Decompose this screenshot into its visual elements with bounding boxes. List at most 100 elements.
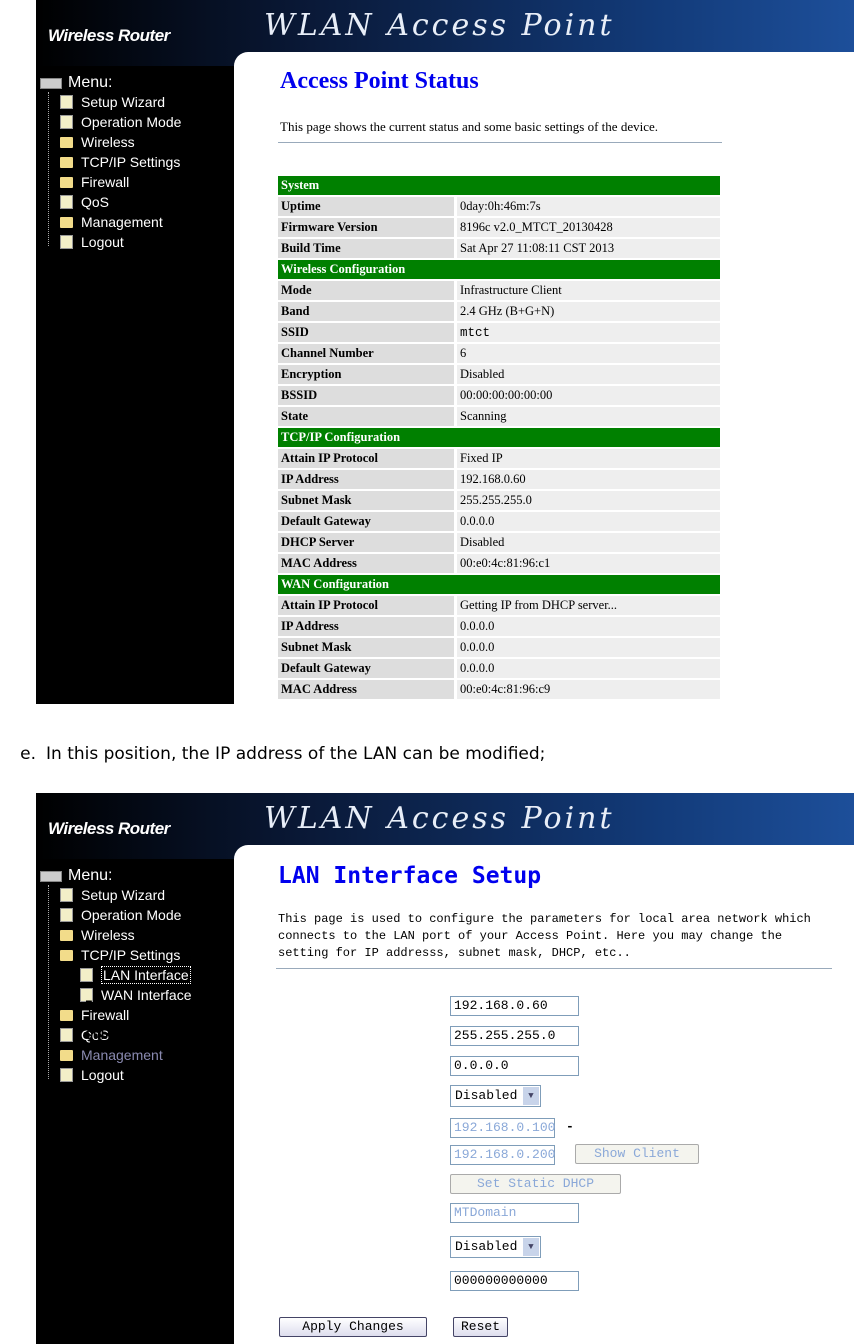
menu-item-qos[interactable]: QoS [40, 192, 181, 212]
row-value: Disabled [454, 533, 720, 552]
row-label: Mode [278, 281, 454, 300]
table-row: Attain IP Protocol Fixed IP [278, 449, 720, 468]
row-label: Encryption [278, 365, 454, 384]
table-row: Default Gateway 0.0.0.0 [278, 512, 720, 531]
row-value: mtct [454, 323, 720, 342]
brand: Wireless Router [48, 26, 170, 45]
menu-item-firewall[interactable]: Firewall [40, 172, 181, 192]
menu-item-operation-mode[interactable]: Operation Mode [40, 112, 181, 132]
row-value: 255.255.255.0 [454, 491, 720, 510]
banner-title: WLAN Access Point [264, 8, 615, 43]
row-label: IP Address [278, 470, 454, 489]
table-row: DHCP Server Disabled [278, 533, 720, 552]
domain-name-input[interactable]: MTDomain [450, 1203, 579, 1223]
section-title: WAN Configuration [278, 575, 720, 594]
page-title: Access Point Status [280, 68, 479, 94]
menu-item-logout[interactable]: Logout [40, 232, 181, 252]
table-row: Uptime 0day:0h:46m:7s [278, 197, 720, 216]
row-value: 0day:0h:46m:7s [454, 197, 720, 216]
row-label: State [278, 407, 454, 426]
folder-icon [60, 136, 73, 148]
range-end-input[interactable]: 192.168.0.200 [450, 1145, 555, 1165]
row-label: Firmware Version [278, 218, 454, 237]
menu-item-management[interactable]: Management [40, 212, 181, 232]
menu-item-wireless[interactable]: Wireless [40, 132, 181, 152]
table-row: MAC Address 00:e0:4c:81:96:c1 [278, 554, 720, 573]
row-label: MAC Address [278, 554, 454, 573]
stp-label: 802.1d Spanning Tree: [85, 1231, 203, 1262]
table-row: Firmware Version 8196c v2.0_MTCT_20130428 [278, 218, 720, 237]
divider [278, 142, 722, 143]
gateway-input[interactable]: 0.0.0.0 [450, 1056, 579, 1076]
row-value: Infrastructure Client [454, 281, 720, 300]
caption: e. In this position, the IP address of th… [0, 744, 545, 764]
menu-item-setup-wizard[interactable]: Setup Wizard [40, 92, 181, 112]
table-row: IP Address 192.168.0.60 [278, 470, 720, 489]
chevron-down-icon: ▼ [523, 1238, 539, 1256]
row-value: 00:e0:4c:81:96:c9 [454, 680, 720, 699]
row-value: 0.0.0.0 [454, 512, 720, 531]
row-value: 0.0.0.0 [454, 617, 720, 636]
clone-mac-input[interactable]: 000000000000 [450, 1271, 579, 1291]
document-icon [60, 115, 73, 129]
apply-changes-button[interactable]: Apply Changes [279, 1317, 427, 1337]
row-label: Subnet Mask [278, 638, 454, 657]
status-table: System Uptime 0day:0h:46m:7s Firmware Versi… [278, 174, 720, 701]
folder-icon [60, 156, 73, 168]
row-value: 2.4 GHz (B+G+N) [454, 302, 720, 321]
document-icon [60, 195, 73, 209]
menu-item-label: Operation Mode [81, 114, 182, 130]
caption-text: In this position, the IP address of the … [46, 744, 546, 764]
content-panel: Access Point Status This page shows the … [234, 52, 854, 704]
table-row: Encryption Disabled [278, 365, 720, 384]
table-row: MAC Address 00:e0:4c:81:96:c9 [278, 680, 720, 699]
lan-form: IP Address: 192.168.0.60 Subnet Mask: 25… [36, 793, 854, 1344]
row-label: Band [278, 302, 454, 321]
section-title: System [278, 176, 720, 195]
lan-screenshot: Wireless Router WLAN Access Point Menu: … [36, 793, 854, 1344]
row-value: 8196c v2.0_MTCT_20130428 [454, 218, 720, 237]
row-label: MAC Address [278, 680, 454, 699]
range-start-input[interactable]: 192.168.0.100 [450, 1118, 555, 1138]
menu-item-label: Management [81, 214, 163, 230]
table-row: State Scanning [278, 407, 720, 426]
row-value: 192.168.0.60 [454, 470, 720, 489]
dhcp-select[interactable]: Disabled ▼ [450, 1085, 541, 1107]
menu-item-label: TCP/IP Settings [81, 154, 181, 170]
static-dhcp-label: Static DHCP: [85, 1175, 179, 1190]
spanning-tree-select[interactable]: Disabled ▼ [450, 1236, 541, 1258]
section-header: TCP/IP Configuration [278, 428, 720, 447]
menu-item-tcp-ip-settings[interactable]: TCP/IP Settings [40, 152, 181, 172]
row-value: 00:e0:4c:81:96:c1 [454, 554, 720, 573]
section-title: Wireless Configuration [278, 260, 720, 279]
row-value: Sat Apr 27 11:08:11 CST 2013 [454, 239, 720, 258]
gateway-label: Default Gateway: [85, 1059, 210, 1074]
subnet-mask-input[interactable]: 255.255.255.0 [450, 1026, 579, 1046]
table-row: Attain IP Protocol Getting IP from DHCP s… [278, 596, 720, 615]
row-label: Build Time [278, 239, 454, 258]
folder-icon [60, 216, 73, 228]
menu-item-label: Firewall [81, 174, 130, 190]
row-value: 6 [454, 344, 720, 363]
show-client-button[interactable]: Show Client [575, 1144, 699, 1164]
menu-title: Menu: [68, 74, 113, 91]
row-label: Default Gateway [278, 512, 454, 531]
set-static-dhcp-button[interactable]: Set Static DHCP [450, 1174, 621, 1194]
page-description: This page shows the current status and s… [280, 119, 658, 134]
row-label: SSID [278, 323, 454, 342]
range-label: DHCP Client Range: [85, 1130, 226, 1145]
range-separator: - [566, 1119, 574, 1134]
menu-item-label: Setup Wizard [81, 94, 166, 110]
document-icon [60, 95, 73, 109]
table-row: Channel Number 6 [278, 344, 720, 363]
table-row: Default Gateway 0.0.0.0 [278, 659, 720, 678]
reset-button[interactable]: Reset [453, 1317, 508, 1337]
table-row: Subnet Mask 255.255.255.0 [278, 491, 720, 510]
section-title: TCP/IP Configuration [278, 428, 720, 447]
ip-address-input[interactable]: 192.168.0.60 [450, 996, 579, 1016]
table-row: SSID mtct [278, 323, 720, 342]
row-label: Attain IP Protocol [278, 596, 454, 615]
menu-item-label: Logout [81, 234, 124, 250]
domain-label: Domain Name: [85, 1205, 179, 1220]
section-header: System [278, 176, 720, 195]
